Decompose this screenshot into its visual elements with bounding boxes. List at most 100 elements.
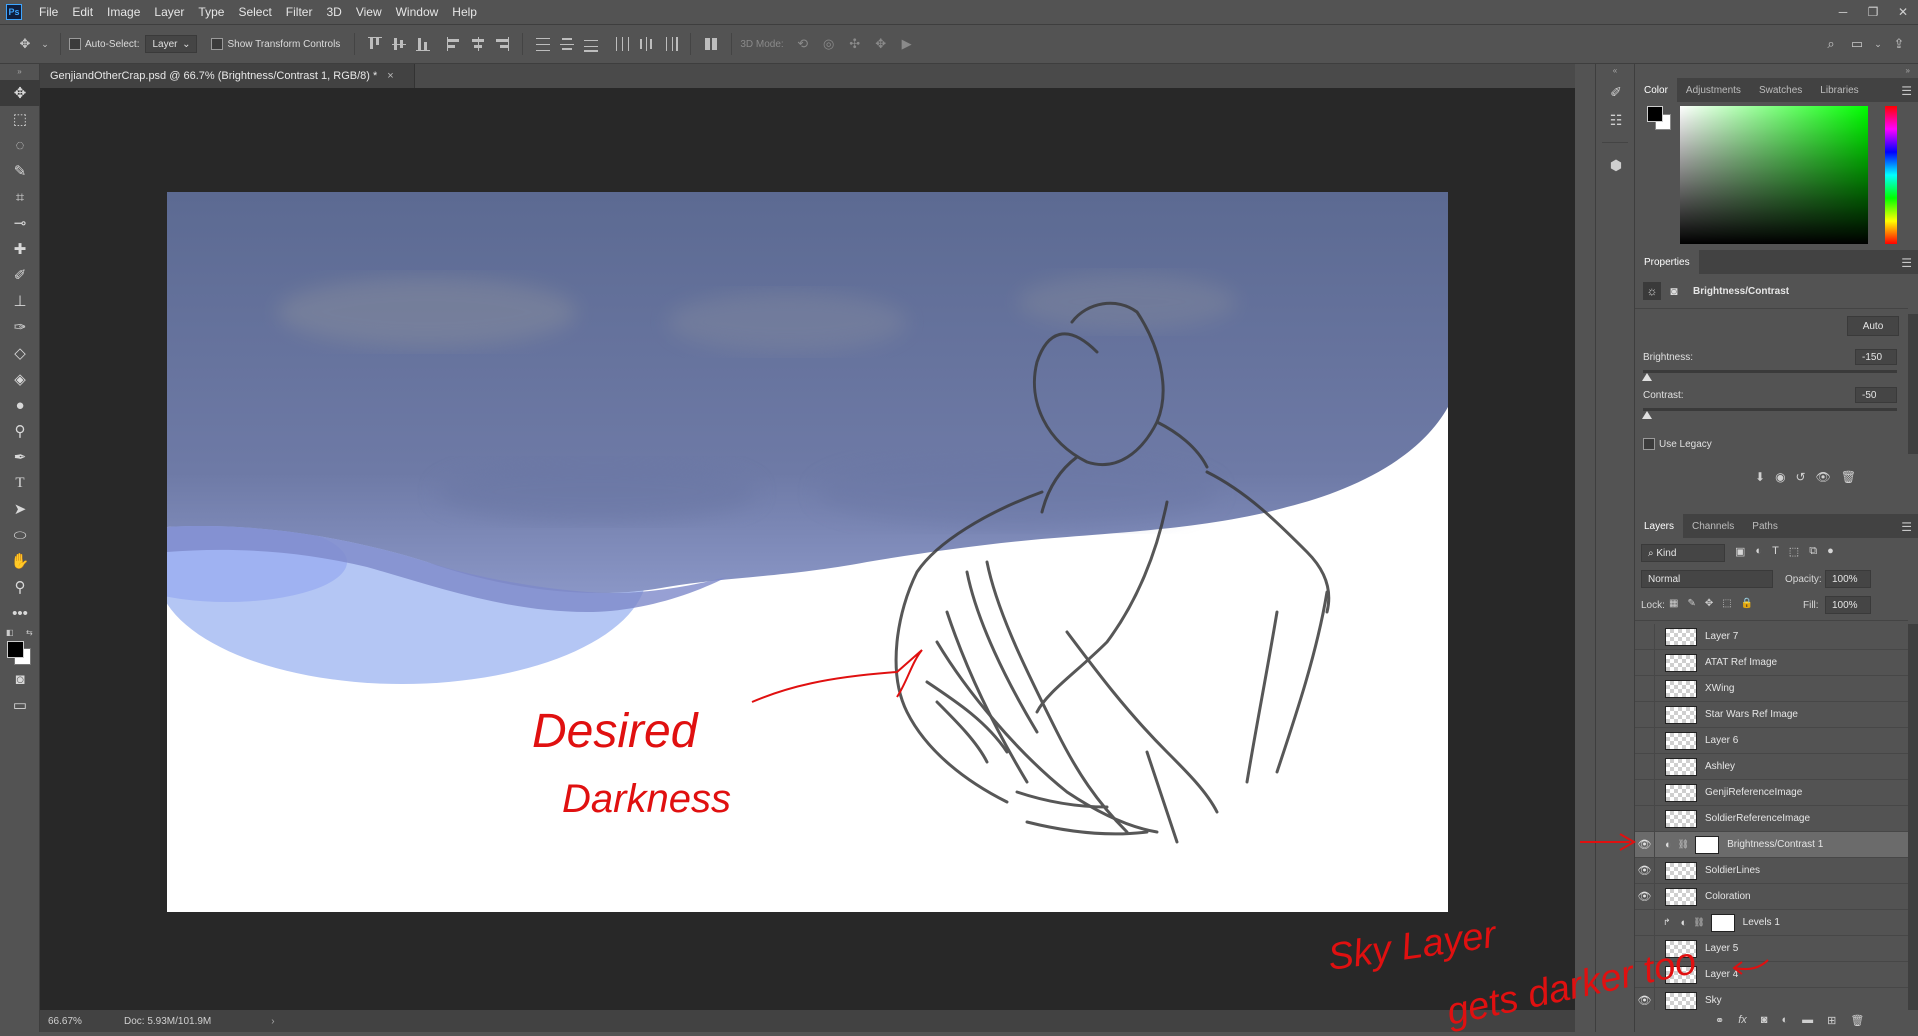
share-icon[interactable]: ⇪ [1888, 33, 1910, 55]
layers-scrollbar[interactable] [1908, 624, 1918, 1010]
menu-type[interactable]: Type [191, 0, 231, 24]
layer-name[interactable]: XWing [1705, 683, 1734, 694]
visibility-eye-icon[interactable] [1635, 675, 1655, 702]
properties-scrollbar[interactable] [1908, 314, 1918, 454]
menu-help[interactable]: Help [445, 0, 484, 24]
layer-row[interactable]: XWing [1635, 675, 1908, 702]
brightness-slider-thumb[interactable] [1642, 373, 1652, 381]
contrast-slider[interactable] [1642, 408, 1897, 419]
lock-transparent-icon[interactable]: ▦ [1669, 598, 1678, 609]
menu-view[interactable]: View [349, 0, 389, 24]
tab-swatches[interactable]: Swatches [1750, 78, 1811, 102]
distribute-top-icon[interactable] [534, 35, 552, 53]
tab-color[interactable]: Color [1635, 78, 1677, 102]
3d-orbit-icon[interactable]: ⟲ [792, 33, 814, 55]
screen-mode-icon[interactable]: ▭ [0, 692, 40, 718]
search-icon[interactable]: ⌕ [1820, 33, 1842, 55]
blur-tool-icon[interactable]: ● [0, 392, 40, 418]
layer-thumbnail[interactable] [1665, 627, 1697, 646]
align-right-icon[interactable] [493, 35, 511, 53]
default-colors-icon[interactable]: ◧ [6, 628, 14, 637]
eraser-tool-icon[interactable]: ◇ [0, 340, 40, 366]
chevron-down-icon[interactable]: ⌄ [1872, 33, 1884, 55]
3d-panel-icon[interactable]: ⬢ [1596, 151, 1636, 179]
brush-settings-icon[interactable]: ✐ [1596, 78, 1636, 106]
marquee-tool-icon[interactable]: ⬚ [0, 106, 40, 132]
move-tool-icon[interactable]: ✥ [14, 33, 36, 55]
distribute-vcenter-icon[interactable] [558, 35, 576, 53]
view-previous-icon[interactable]: ◉ [1775, 470, 1785, 484]
mask-icon[interactable]: ◙ [1665, 282, 1683, 300]
tab-layers[interactable]: Layers [1635, 514, 1684, 538]
use-legacy-checkbox[interactable] [1643, 438, 1655, 450]
brightness-input[interactable]: -150 [1855, 349, 1897, 365]
visibility-eye-icon[interactable] [1635, 727, 1655, 754]
brush-tool-icon[interactable]: ✐ [0, 262, 40, 288]
hand-tool-icon[interactable]: ✋ [0, 548, 40, 574]
layer-name[interactable]: Ashley [1705, 761, 1735, 772]
distribute-right-icon[interactable] [661, 35, 679, 53]
distribute-left-icon[interactable] [613, 35, 631, 53]
lock-artboard-icon[interactable]: ⬚ [1722, 598, 1731, 609]
lock-position-icon[interactable]: ✥ [1705, 598, 1713, 609]
layer-name[interactable]: Layer 6 [1705, 735, 1738, 746]
filter-type-icon[interactable]: T [1772, 545, 1779, 558]
panel-menu-icon[interactable]: ☰ [1901, 256, 1912, 270]
restore-icon[interactable]: ❐ [1858, 0, 1888, 24]
reset-icon[interactable]: ↺ [1796, 470, 1806, 484]
panel-menu-icon[interactable]: ☰ [1901, 520, 1912, 534]
layer-kind-filter[interactable]: ⌕ Kind [1641, 544, 1725, 562]
contrast-slider-thumb[interactable] [1642, 411, 1652, 419]
layer-thumbnail[interactable] [1665, 705, 1697, 724]
visibility-eye-icon[interactable] [1635, 624, 1655, 650]
ellipse-tool-icon[interactable]: ⬭ [0, 522, 40, 548]
clip-to-layer-icon[interactable]: ⬇ [1755, 470, 1765, 484]
zoom-tool-icon[interactable]: ⚲ [0, 574, 40, 600]
filter-toggle-icon[interactable]: ● [1827, 545, 1834, 558]
dodge-tool-icon[interactable]: ⚲ [0, 418, 40, 444]
workspace-icon[interactable]: ▭ [1846, 33, 1868, 55]
zoom-level[interactable]: 66.67% [48, 1016, 118, 1027]
auto-align-icon[interactable] [702, 35, 720, 53]
align-bottom-icon[interactable] [414, 35, 432, 53]
healing-brush-tool-icon[interactable]: ✚ [0, 236, 40, 262]
distribute-hcenter-icon[interactable] [637, 35, 655, 53]
pen-tool-icon[interactable]: ✒ [0, 444, 40, 470]
crop-tool-icon[interactable]: ⌗ [0, 184, 40, 210]
brightness-slider[interactable] [1642, 370, 1897, 381]
stamp-tool-icon[interactable]: ⊥ [0, 288, 40, 314]
layer-row[interactable]: Layer 6 [1635, 727, 1908, 754]
visibility-eye-icon[interactable] [1635, 753, 1655, 780]
layer-thumbnail[interactable] [1665, 731, 1697, 750]
auto-button[interactable]: Auto [1847, 316, 1899, 336]
eyedropper-tool-icon[interactable]: ⊸ [0, 210, 40, 236]
menu-edit[interactable]: Edit [65, 0, 100, 24]
layer-name[interactable]: ATAT Ref Image [1705, 657, 1777, 668]
distribute-bottom-icon[interactable] [582, 35, 600, 53]
artboard[interactable]: Desired Darkness [167, 192, 1448, 912]
quick-mask-icon[interactable]: ◙ [0, 666, 40, 692]
menu-filter[interactable]: Filter [279, 0, 320, 24]
layer-thumbnail[interactable] [1665, 757, 1697, 776]
lock-all-icon[interactable]: 🔒 [1741, 598, 1753, 609]
collapse-icon[interactable]: « [1596, 64, 1634, 78]
lasso-tool-icon[interactable]: ◌ [0, 132, 40, 158]
menu-layer[interactable]: Layer [147, 0, 191, 24]
close-icon[interactable]: × [387, 70, 393, 82]
3d-roll-icon[interactable]: ◎ [818, 33, 840, 55]
foreground-color-swatch[interactable] [7, 641, 24, 658]
layer-name[interactable]: Star Wars Ref Image [1705, 709, 1798, 720]
color-swatches[interactable]: ◧ ⇆ [0, 626, 39, 666]
3d-scale-icon[interactable]: ▶ [896, 33, 918, 55]
tab-properties[interactable]: Properties [1635, 250, 1699, 274]
align-hcenter-icon[interactable] [469, 35, 487, 53]
panel-menu-icon[interactable]: ☰ [1901, 84, 1912, 98]
layer-row[interactable]: GenjiReferenceImage [1635, 779, 1908, 806]
layer-row[interactable]: Ashley [1635, 753, 1908, 780]
visibility-eye-icon[interactable] [1635, 701, 1655, 728]
brush-presets-icon[interactable]: ☷ [1596, 106, 1636, 134]
filter-adjustment-icon[interactable]: ◐ [1755, 545, 1762, 558]
status-menu-icon[interactable]: › [271, 1016, 274, 1027]
tab-channels[interactable]: Channels [1683, 514, 1743, 538]
layer-row[interactable]: Star Wars Ref Image [1635, 701, 1908, 728]
